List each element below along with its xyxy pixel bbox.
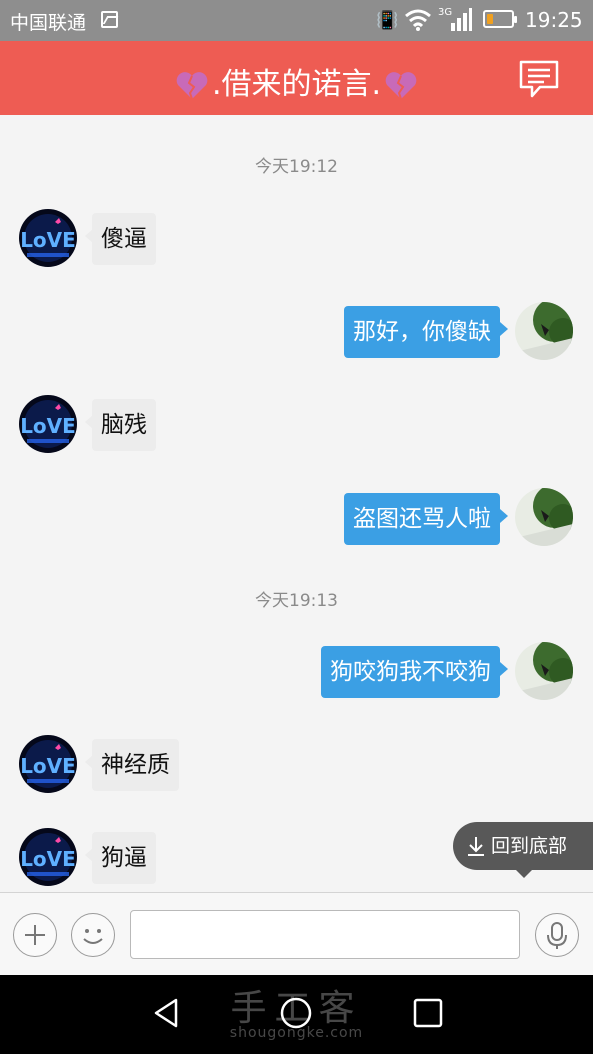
message-list-icon[interactable] bbox=[518, 59, 560, 99]
carrier-name: 中国联通 bbox=[10, 12, 87, 34]
contact-avatar[interactable]: LoVE bbox=[19, 828, 77, 886]
timestamp-divider: 今天19:12 bbox=[255, 157, 338, 177]
outgoing-message-bubble[interactable]: 盗图还骂人啦 bbox=[344, 493, 508, 545]
my-avatar[interactable] bbox=[515, 488, 573, 546]
chat-title-wrap: .借来的诺言. bbox=[0, 59, 593, 103]
microphone-icon bbox=[547, 922, 567, 949]
message-text-input[interactable] bbox=[130, 910, 520, 959]
plus-button[interactable] bbox=[13, 913, 57, 957]
timestamp-divider: 今天19:13 bbox=[255, 591, 338, 611]
incoming-message-bubble[interactable]: 狗逼 bbox=[85, 832, 156, 884]
message-input-bar bbox=[0, 892, 593, 975]
image-notification-icon bbox=[101, 11, 118, 28]
my-avatar[interactable] bbox=[515, 642, 573, 700]
incoming-message-bubble[interactable]: 傻逼 bbox=[85, 213, 156, 265]
contact-avatar[interactable]: LoVE bbox=[19, 735, 77, 793]
outgoing-message-bubble[interactable]: 狗咬狗我不咬狗 bbox=[321, 646, 508, 698]
chat-screen: 中国联通 📳 3G 19:25 .借来的诺言. 今天19:12 LoVE 傻逼 … bbox=[0, 0, 593, 1054]
svg-text:LoVE: LoVE bbox=[20, 228, 76, 252]
chat-message-list[interactable]: 今天19:12 LoVE 傻逼 那好，你傻缺 LoVE 脑残 盗图还骂人啦 今天… bbox=[0, 115, 593, 892]
network-type-label: 3G bbox=[438, 7, 452, 18]
incoming-message-bubble[interactable]: 神经质 bbox=[85, 739, 179, 791]
scroll-to-bottom-button[interactable]: 回到底部 bbox=[453, 822, 593, 878]
love-avatar-image: LoVE bbox=[19, 735, 77, 793]
recent-apps-icon[interactable] bbox=[410, 995, 446, 1031]
broken-heart-icon bbox=[385, 71, 417, 99]
system-navigation-bar: 手工客 shougongke.com bbox=[0, 975, 593, 1054]
back-icon[interactable] bbox=[148, 995, 184, 1031]
love-avatar-image: LoVE bbox=[19, 828, 77, 886]
status-bar: 中国联通 📳 3G 19:25 bbox=[0, 0, 593, 41]
bird-avatar-image bbox=[515, 302, 573, 360]
chat-title: .借来的诺言. bbox=[211, 67, 382, 102]
bird-avatar-image bbox=[515, 642, 573, 700]
svg-text:LoVE: LoVE bbox=[20, 847, 76, 871]
love-avatar-image: LoVE bbox=[19, 209, 77, 267]
broken-heart-icon bbox=[176, 71, 208, 99]
outgoing-message-bubble[interactable]: 那好，你傻缺 bbox=[344, 306, 508, 358]
svg-text:LoVE: LoVE bbox=[20, 754, 76, 778]
signal-icon: 3G bbox=[438, 7, 472, 31]
status-time: 19:25 bbox=[525, 8, 583, 32]
my-avatar[interactable] bbox=[515, 302, 573, 360]
bird-avatar-image bbox=[515, 488, 573, 546]
love-avatar-image: LoVE bbox=[19, 395, 77, 453]
download-arrow-icon bbox=[468, 837, 484, 856]
emoji-icon bbox=[83, 929, 103, 944]
emoji-button[interactable] bbox=[71, 913, 115, 957]
battery-level-fill bbox=[487, 14, 493, 24]
plus-icon bbox=[25, 925, 45, 945]
battery-icon bbox=[483, 10, 517, 28]
chat-header: .借来的诺言. bbox=[0, 41, 593, 115]
wifi-icon bbox=[405, 9, 431, 31]
contact-avatar[interactable]: LoVE bbox=[19, 395, 77, 453]
scroll-to-bottom-label: 回到底部 bbox=[491, 835, 568, 857]
incoming-message-bubble[interactable]: 脑残 bbox=[85, 399, 156, 451]
vibrate-icon: 📳 bbox=[376, 10, 399, 31]
svg-text:LoVE: LoVE bbox=[20, 414, 76, 438]
voice-input-button[interactable] bbox=[535, 913, 579, 957]
home-icon[interactable] bbox=[278, 995, 314, 1031]
contact-avatar[interactable]: LoVE bbox=[19, 209, 77, 267]
